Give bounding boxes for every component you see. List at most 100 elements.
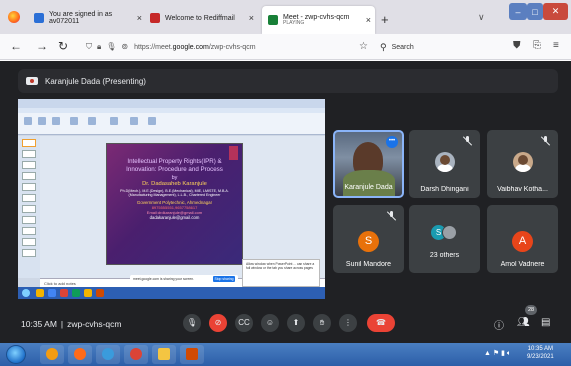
camera-permission-icon[interactable]: ⊚: [121, 42, 128, 52]
tab-favicon-icon: [34, 13, 44, 23]
extensions-icon[interactable]: ⎘: [533, 40, 541, 51]
participant-tile[interactable]: Vaibhav Kotha...: [487, 130, 558, 198]
avatar: A: [512, 231, 533, 252]
slide-by: by: [171, 174, 178, 181]
taskbar-date: 9/23/2021: [527, 353, 554, 360]
present-button[interactable]: ⬆: [287, 314, 305, 332]
tab-close-icon[interactable]: ×: [133, 13, 146, 23]
people-icon[interactable]: 👥︎: [517, 317, 530, 328]
start-button[interactable]: [6, 345, 26, 364]
participant-tile-others[interactable]: S 23 others: [409, 205, 480, 273]
participant-tile[interactable]: S Sunil Mandore: [333, 205, 404, 273]
leave-call-button[interactable]: ☎︎: [367, 314, 395, 332]
more-options-icon[interactable]: •••: [386, 136, 398, 148]
forward-arrow-icon[interactable]: →: [36, 39, 48, 53]
participant-tile[interactable]: A Amol Vadnere: [487, 205, 558, 273]
url-domain: google.com: [172, 43, 209, 51]
participant-name: Karanjule Dada: [344, 184, 393, 191]
more-options-button[interactable]: ⋮: [339, 314, 357, 332]
avatar: S: [358, 231, 379, 252]
slide-corner-accent: [229, 146, 238, 160]
reactions-button[interactable]: ☺: [261, 314, 279, 332]
avatar: [513, 152, 533, 172]
tab-label: You are signed in as av072011: [49, 11, 113, 25]
camera-off-icon: ⊘: [214, 318, 222, 327]
navigation-bar: ← → ↻ ⛉ 🔒︎ 🎙︎ ⊚ https://meet.google.com/…: [0, 34, 571, 60]
meeting-time: 10:35 AM: [21, 319, 57, 329]
tab-close-icon[interactable]: ×: [362, 15, 375, 25]
tab-signed-in[interactable]: You are signed in as av072011 ×: [34, 8, 146, 28]
sharing-notice-text: meet.google.com is sharing your screen.: [133, 277, 195, 281]
new-tab-button[interactable]: +: [381, 12, 389, 27]
participant-video-body: [343, 170, 395, 196]
system-tray-icons[interactable]: ▲ ⚑ ▮ 🔈︎: [484, 349, 511, 358]
window-close-button[interactable]: ✕: [543, 3, 568, 20]
menu-icon[interactable]: ≡: [553, 40, 559, 51]
taskbar-powerpoint[interactable]: [180, 345, 204, 364]
captions-button[interactable]: CC: [235, 314, 253, 332]
more-vert-icon: ⋮: [344, 318, 352, 327]
tab-rediffmail[interactable]: Welcome to Rediffmail ×: [150, 8, 258, 28]
taskbar-chrome[interactable]: [124, 345, 148, 364]
tab-favicon-icon: [150, 13, 160, 23]
tab-meet[interactable]: Meet - zwp-cvhs-qcm PLAYING ×: [262, 6, 375, 34]
search-placeholder: Search: [391, 43, 414, 51]
mic-off-icon: [463, 136, 472, 146]
camera-off-button[interactable]: ⊘: [209, 314, 227, 332]
list-tabs-icon[interactable]: ∨: [478, 12, 485, 23]
lock-icon[interactable]: 🔒︎: [97, 42, 101, 52]
windows-taskbar: ▲ ⚑ ▮ 🔈︎ 10:35 AM 9/23/2021: [0, 343, 571, 366]
shared-screen: Intellectual Property Rights(IPR) & Inno…: [18, 99, 325, 299]
firefox-icon[interactable]: [8, 11, 20, 23]
shared-taskbar: [18, 287, 325, 299]
taskbar-internet-explorer[interactable]: [96, 345, 120, 364]
participant-name: Sunil Mandore: [345, 261, 392, 268]
taskbar-media-player[interactable]: [40, 345, 64, 364]
meeting-code: zwp-cvhs-qcm: [67, 319, 122, 329]
address-bar[interactable]: ⛉ 🔒︎ 🎙︎ ⊚ https://meet.google.com/zwp-cv…: [86, 38, 364, 56]
minimize-button[interactable]: –: [509, 3, 527, 20]
bookmark-star-icon[interactable]: ☆: [359, 41, 368, 52]
emoji-icon: ☺: [265, 318, 275, 327]
taskbar-clock[interactable]: 10:35 AM 9/23/2021: [527, 346, 554, 362]
microphone-permission-icon[interactable]: 🎙︎: [106, 42, 116, 52]
share-popup: Allow window when PowerPoint ... can sha…: [242, 259, 320, 287]
mic-off-icon: [387, 211, 396, 221]
microphone-button[interactable]: 🎙︎: [183, 314, 201, 332]
tab-playing-label: PLAYING: [283, 20, 305, 27]
captions-icon: CC: [238, 318, 250, 327]
present-screen-icon: ⬆: [292, 318, 300, 327]
others-avatars: S: [431, 225, 461, 241]
powerpoint-ribbon: [18, 113, 325, 135]
participant-name: Vaibhav Kotha...: [497, 186, 548, 193]
title-slide: Intellectual Property Rights(IPR) & Inno…: [106, 143, 243, 265]
presenter-bar: Karanjule Dada (Presenting): [18, 69, 558, 93]
meeting-info: 10:35 AM | zwp-cvhs-qcm: [21, 319, 122, 329]
sharing-notice-bar: meet.google.com is sharing your screen. …: [130, 275, 238, 283]
participant-name: 23 others: [429, 252, 460, 259]
hand-icon: ✋︎: [319, 318, 325, 327]
slide-title: Intellectual Property Rights(IPR) & Inno…: [126, 158, 223, 173]
participant-tile-video[interactable]: ••• Karanjule Dada: [333, 130, 404, 198]
url-prefix: https://meet.: [134, 43, 173, 51]
participant-tile[interactable]: Darsh Dhingani: [409, 130, 480, 198]
raise-hand-button[interactable]: ✋︎: [313, 314, 331, 332]
chat-icon[interactable]: ▤: [541, 317, 550, 328]
taskbar-firefox[interactable]: [68, 345, 92, 364]
maximize-button[interactable]: □: [527, 3, 543, 20]
microphone-icon: 🎙︎: [186, 318, 198, 327]
browser-tab-strip: You are signed in as av072011 × Welcome …: [0, 0, 571, 34]
shield-icon[interactable]: ⛉: [86, 42, 92, 52]
stop-sharing-button: Stop sharing: [213, 276, 235, 282]
meeting-details-icon[interactable]: ⓘ: [494, 317, 504, 332]
url-path: /zwp-cvhs-qcm: [208, 43, 256, 51]
search-box[interactable]: ⚲ Search: [380, 38, 488, 56]
back-arrow-icon[interactable]: ←: [10, 39, 22, 53]
slide-qualifications: Ph.D(Mech.), M.E.(Design), B.E.(Mechanic…: [120, 188, 229, 198]
pocket-icon[interactable]: ⛊: [513, 40, 521, 51]
participant-count-badge: 28: [525, 305, 537, 315]
tab-close-icon[interactable]: ×: [245, 13, 258, 23]
reload-icon[interactable]: ↻: [58, 39, 68, 53]
taskbar-time: 10:35 AM: [527, 346, 554, 352]
taskbar-explorer[interactable]: [152, 345, 176, 364]
